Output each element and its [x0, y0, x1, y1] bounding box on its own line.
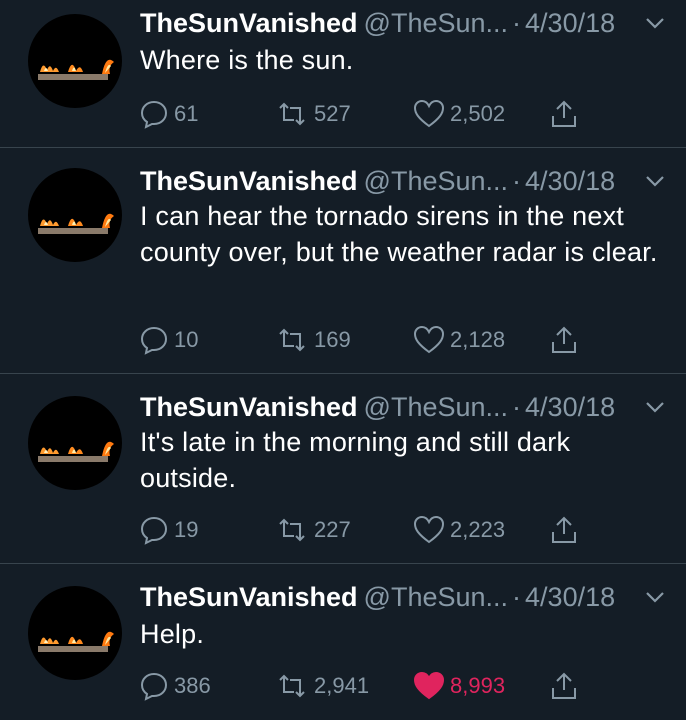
reply-icon — [140, 326, 168, 355]
tweet-actions: 386 2,941 8,993 — [138, 670, 598, 702]
tweet-actions: 10 169 2,128 — [138, 324, 598, 356]
retweet-button[interactable]: 527 — [274, 98, 351, 130]
reply-icon — [140, 672, 168, 701]
timestamp[interactable]: 4/30/18 — [525, 166, 615, 196]
handle[interactable]: @TheSun... — [364, 392, 508, 422]
timestamp[interactable]: 4/30/18 — [525, 8, 615, 38]
like-count: 2,502 — [450, 101, 506, 126]
display-name[interactable]: TheSunVanished — [140, 392, 358, 422]
reply-count: 10 — [174, 327, 199, 352]
retweet-icon — [279, 518, 305, 542]
handle[interactable]: @TheSun... — [364, 166, 508, 196]
like-button[interactable]: 8,993 — [412, 670, 505, 702]
avatar[interactable] — [28, 586, 122, 680]
reply-count: 386 — [174, 673, 211, 698]
handle[interactable]: @TheSun... — [364, 582, 508, 612]
heart-icon — [413, 99, 445, 128]
timestamp[interactable]: 4/30/18 — [525, 582, 615, 612]
share-button[interactable] — [548, 324, 584, 356]
display-name[interactable]: TheSunVanished — [140, 8, 358, 38]
heart-icon — [413, 325, 445, 354]
fire-image-icon — [38, 631, 114, 652]
like-count: 8,993 — [450, 673, 506, 698]
retweet-icon — [279, 328, 305, 352]
display-name[interactable]: TheSunVanished — [140, 166, 358, 196]
share-icon — [552, 100, 576, 127]
tweet-text: I can hear the tornado sirens in the nex… — [140, 201, 658, 267]
tweet[interactable]: TheSunVanished @TheSun... · 4/30/18 I can h… — [0, 148, 686, 374]
timestamp[interactable]: 4/30/18 — [525, 392, 615, 422]
like-count: 2,223 — [450, 517, 506, 542]
reply-button[interactable]: 19 — [138, 514, 198, 546]
tweet-header: TheSunVanished @TheSun... · 4/30/18 — [140, 580, 666, 614]
like-count: 2,128 — [450, 327, 506, 352]
retweet-button[interactable]: 227 — [274, 514, 351, 546]
like-button[interactable]: 2,223 — [412, 514, 505, 546]
avatar[interactable] — [28, 396, 122, 490]
fire-image-icon — [38, 59, 114, 80]
tweet[interactable]: TheSunVanished @TheSun... · 4/30/18 Where i… — [0, 0, 686, 148]
retweet-count: 527 — [314, 101, 351, 126]
separator-dot: · — [512, 582, 522, 612]
like-button[interactable]: 2,128 — [412, 324, 505, 356]
chevron-down-icon[interactable] — [644, 586, 666, 608]
avatar[interactable] — [28, 14, 122, 108]
retweet-count: 227 — [314, 517, 351, 542]
reply-button[interactable]: 386 — [138, 670, 211, 702]
tweet-header: TheSunVanished @TheSun... · 4/30/18 — [140, 164, 666, 198]
fire-image-icon — [38, 441, 114, 462]
tweet-actions: 19 227 2,223 — [138, 514, 598, 546]
tweet-text: It's late in the morning and still dark … — [140, 427, 571, 493]
share-button[interactable] — [548, 514, 584, 546]
retweet-icon — [279, 674, 305, 698]
reply-count: 61 — [174, 101, 199, 126]
like-button[interactable]: 2,502 — [412, 98, 505, 130]
reply-icon — [140, 516, 168, 545]
retweet-button[interactable]: 2,941 — [274, 670, 369, 702]
chevron-down-icon[interactable] — [644, 170, 666, 192]
tweet-header: TheSunVanished @TheSun... · 4/30/18 — [140, 390, 666, 424]
reply-count: 19 — [174, 517, 199, 542]
reply-button[interactable]: 61 — [138, 98, 198, 130]
share-icon — [552, 326, 576, 353]
tweet-header: TheSunVanished @TheSun... · 4/30/18 — [140, 6, 666, 40]
tweet-feed: TheSunVanished @TheSun... · 4/30/18 Where i… — [0, 0, 686, 720]
retweet-count: 169 — [314, 327, 351, 352]
retweet-icon — [279, 102, 305, 126]
share-icon — [552, 516, 576, 543]
tweet[interactable]: TheSunVanished @TheSun... · 4/30/18 Help. 3… — [0, 564, 686, 720]
tweet-text: Where is the sun. — [140, 45, 354, 75]
separator-dot: · — [512, 8, 522, 38]
retweet-count: 2,941 — [314, 673, 370, 698]
heart-filled-icon — [413, 671, 445, 700]
separator-dot: · — [512, 392, 522, 422]
chevron-down-icon[interactable] — [644, 12, 666, 34]
reply-button[interactable]: 10 — [138, 324, 198, 356]
separator-dot: · — [512, 166, 522, 196]
heart-icon — [413, 515, 445, 544]
handle[interactable]: @TheSun... — [364, 8, 508, 38]
chevron-down-icon[interactable] — [644, 396, 666, 418]
tweet-actions: 61 527 2,502 — [138, 98, 598, 130]
tweet[interactable]: TheSunVanished @TheSun... · 4/30/18 It's la… — [0, 374, 686, 564]
reply-icon — [140, 100, 168, 129]
retweet-button[interactable]: 169 — [274, 324, 351, 356]
tweet-text: Help. — [140, 619, 205, 649]
display-name[interactable]: TheSunVanished — [140, 582, 358, 612]
fire-image-icon — [38, 213, 114, 234]
share-button[interactable] — [548, 670, 584, 702]
avatar[interactable] — [28, 168, 122, 262]
share-button[interactable] — [548, 98, 584, 130]
share-icon — [552, 672, 576, 699]
